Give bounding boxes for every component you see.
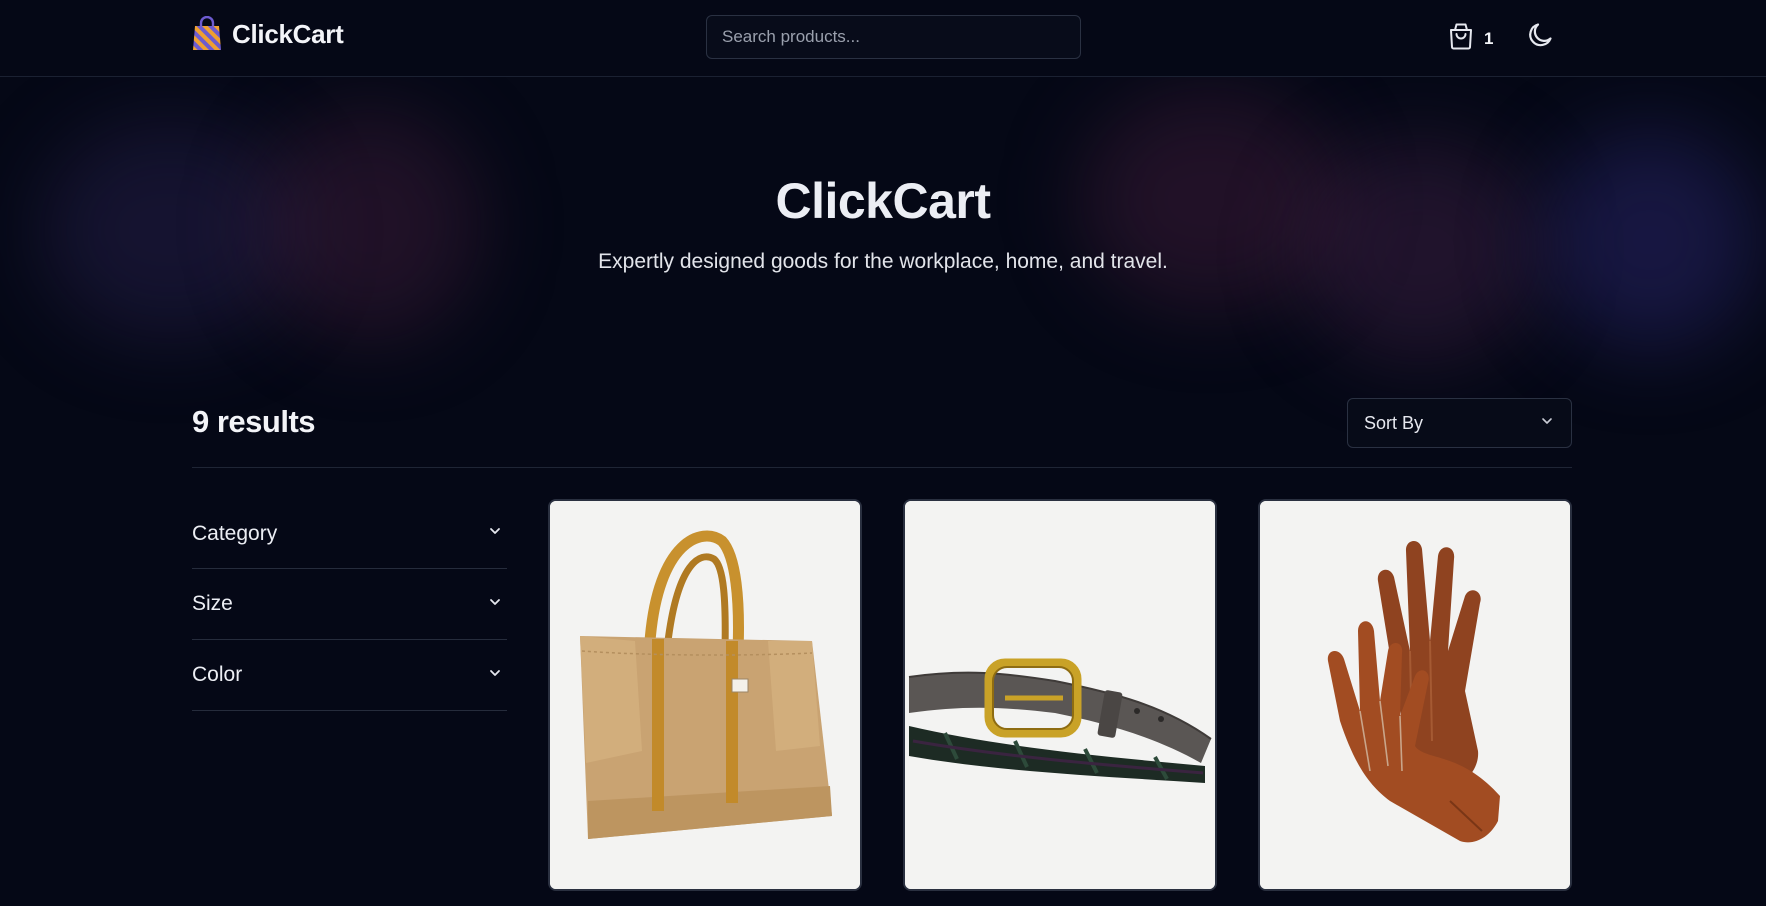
divider: [192, 467, 1572, 468]
brand-home-link[interactable]: ClickCart: [192, 16, 344, 52]
theme-toggle-button[interactable]: [1526, 20, 1556, 55]
sort-label: Sort By: [1364, 412, 1424, 433]
site-header: ClickCart 1: [0, 0, 1766, 77]
chevron-down-icon: [1539, 413, 1555, 434]
product-card[interactable]: [903, 499, 1217, 891]
results-count: 9 results: [192, 404, 316, 439]
filter-color[interactable]: Color: [192, 640, 507, 711]
shopping-bag-icon: [192, 16, 222, 52]
hero-subtitle: Expertly designed goods for the workplac…: [598, 250, 1168, 273]
sort-dropdown[interactable]: Sort By: [1347, 398, 1572, 448]
cart-count-badge: 1: [1484, 28, 1494, 48]
filter-category[interactable]: Category: [192, 499, 507, 569]
gloves-image: [1260, 501, 1570, 889]
filter-label: Category: [192, 521, 278, 545]
search-input[interactable]: [706, 15, 1081, 59]
filter-sidebar: Category Size Color: [192, 499, 507, 711]
filter-label: Color: [192, 663, 243, 686]
chevron-down-icon: [487, 665, 503, 686]
belt-image: [905, 501, 1215, 889]
cart-icon: [1448, 22, 1474, 55]
product-card[interactable]: [1258, 499, 1572, 891]
product-card[interactable]: [548, 499, 862, 891]
chevron-down-icon: [487, 594, 503, 615]
chevron-down-icon: [487, 523, 503, 544]
tote-bag-image: [550, 501, 860, 889]
cart-button[interactable]: 1: [1448, 22, 1493, 55]
moon-icon: [1526, 23, 1556, 54]
background-glow: [40, 120, 300, 340]
brand-name: ClickCart: [232, 18, 344, 49]
hero-title: ClickCart: [775, 173, 991, 229]
page: ClickCart 1 ClickCart Expertly designed …: [0, 0, 1766, 906]
filter-label: Size: [192, 592, 233, 615]
background-glow: [1540, 130, 1760, 350]
filter-size[interactable]: Size: [192, 569, 507, 640]
